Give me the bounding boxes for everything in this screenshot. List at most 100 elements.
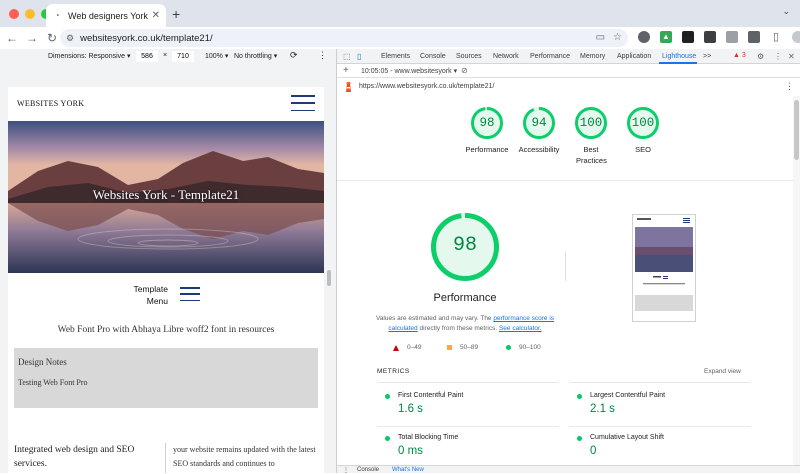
column-divider (165, 443, 166, 473)
score-value: 98 (479, 116, 495, 130)
minimize-window-icon[interactable] (25, 9, 35, 19)
pass-circle-icon (385, 394, 390, 399)
extension-icon[interactable] (726, 31, 738, 43)
report-url-bar: https://www.websitesyork.co.uk/template2… (337, 78, 800, 96)
hero-title: Websites York - Template21 (92, 187, 240, 202)
metric-divider (377, 382, 559, 383)
side-panel-icon[interactable]: ▯ (770, 31, 782, 43)
metric-divider (569, 382, 751, 383)
drawer-tab-console[interactable]: Console (357, 467, 379, 473)
devtools-menu-icon[interactable]: ⋮ (774, 52, 782, 61)
performance-big-gauge: 98 (430, 212, 500, 282)
viewport-height-input[interactable] (172, 51, 194, 62)
more-tabs-button[interactable]: >> (703, 53, 711, 60)
pass-circle-icon (385, 436, 390, 441)
extension-icon[interactable] (704, 31, 716, 43)
metric-name: Total Blocking Time (398, 434, 459, 441)
window-controls (9, 9, 51, 19)
tab-title: Web designers York - Template (68, 10, 148, 21)
performance-title: Performance (433, 292, 497, 304)
expand-view-toggle[interactable]: Expand view (704, 368, 741, 375)
close-devtools-icon[interactable]: ✕ (788, 52, 795, 61)
header-separator (337, 180, 793, 181)
metric-name: Cumulative Layout Shift (590, 434, 664, 441)
tab-memory[interactable]: Memory (580, 53, 605, 60)
page-subtitle: Web Font Pro with Abhaya Libre woff2 fon… (57, 325, 275, 335)
url-input[interactable] (80, 32, 481, 44)
devtools-tabbar: ⬚ ▯ Elements Console Sources Network Per… (337, 49, 800, 64)
back-arrow-icon[interactable]: ← (2, 31, 22, 45)
score-value: 94 (531, 116, 547, 130)
device-toggle-icon[interactable]: ▯ (357, 52, 361, 61)
clear-reports-icon[interactable]: ⊘ (461, 66, 468, 75)
site-brand[interactable]: WEBSITES YORK (17, 99, 84, 108)
pass-circle-icon (577, 436, 582, 441)
template-menu-line: Template (133, 284, 169, 294)
tab-performance[interactable]: Performance (530, 53, 570, 60)
tab-search-icon[interactable]: ⌄ (782, 6, 790, 17)
body-text: your website remains updated with the la… (173, 445, 316, 468)
throttling-select[interactable]: No throttling ▾ (234, 52, 277, 60)
bookmark-star-icon[interactable]: ☆ (613, 32, 622, 43)
score-gauge-performance[interactable]: 98 Performance (462, 106, 512, 155)
score-gauge-seo[interactable]: 100 SEO (618, 106, 668, 155)
cast-icon[interactable]: ▭ (596, 32, 605, 43)
extension-icon[interactable] (638, 31, 650, 43)
zoom-select[interactable]: 100% ▾ (205, 52, 228, 60)
score-label: Accessibility (518, 145, 560, 154)
viewport-scrollbar[interactable] (327, 270, 331, 286)
site-info-icon[interactable]: ⚙ (66, 33, 74, 44)
tab-lighthouse[interactable]: Lighthouse (662, 53, 696, 60)
report-menu-icon[interactable]: ⋮ (785, 81, 794, 92)
extension-icon[interactable] (682, 31, 694, 43)
dimensions-select[interactable]: Dimensions: Responsive ▾ (48, 52, 131, 60)
new-report-icon[interactable]: + (343, 65, 349, 76)
report-selector[interactable]: 10:05:05 - www.websitesyork ▾ (361, 67, 457, 75)
reload-icon[interactable]: ↻ (42, 31, 62, 45)
rotate-icon[interactable]: ⟳ (290, 50, 298, 61)
legend-pass: 90–100 (506, 344, 541, 351)
pass-circle-icon (506, 345, 511, 350)
browser-tab[interactable]: ◔ Web designers York - Template ✕ (46, 4, 166, 27)
score-label: Performance (465, 145, 509, 154)
report-scrollbar[interactable] (793, 96, 800, 473)
tab-network[interactable]: Network (493, 53, 519, 60)
forward-arrow-icon[interactable]: → (22, 31, 42, 45)
lighthouse-report: 98 Performance 94 Accessibility 100 Best… (337, 96, 793, 473)
score-label: Best Practices (576, 145, 607, 165)
tab-application[interactable]: Application (617, 53, 651, 60)
omnibox[interactable]: ⚙ ▭ ☆ (60, 29, 628, 47)
notes-text: Testing Web Font Pro (18, 378, 88, 387)
report-scroll-thumb[interactable] (794, 100, 799, 160)
average-square-icon (447, 345, 452, 350)
inspect-element-icon[interactable]: ⬚ (343, 52, 351, 61)
score-gauge-accessibility[interactable]: 94 Accessibility (514, 106, 564, 155)
report-url[interactable]: https://www.websitesyork.co.uk/template2… (359, 83, 494, 90)
tab-close-icon[interactable]: ✕ (152, 10, 160, 21)
page-screenshot-thumbnail[interactable] (632, 214, 696, 322)
template-menu-line: Menu (146, 296, 168, 306)
metric-value: 1.6 s (398, 403, 423, 415)
drawer-tab-whats-new[interactable]: What's New (392, 467, 424, 473)
hero-image: Websites York - Template21 (8, 121, 324, 273)
extensions-puzzle-icon[interactable] (748, 31, 760, 43)
tab-bar: ◔ Web designers York - Template ✕ + ⌄ (0, 0, 800, 27)
template-menu-icon[interactable] (180, 287, 200, 301)
new-tab-button[interactable]: + (172, 6, 180, 22)
settings-gear-icon[interactable]: ⚙ (757, 52, 764, 61)
score-gauge-best-practices[interactable]: 100 Best Practices (566, 106, 616, 166)
fail-triangle-icon (393, 344, 399, 351)
tab-console[interactable]: Console (420, 53, 446, 60)
template-menu-label[interactable]: Template Menu (128, 283, 169, 307)
viewport-width-input[interactable] (136, 51, 158, 62)
tab-sources[interactable]: Sources (456, 53, 482, 60)
score-value: 100 (631, 116, 655, 130)
warning-badge[interactable]: ▲ 3 (733, 52, 746, 59)
close-window-icon[interactable] (9, 9, 19, 19)
profile-avatar-icon[interactable] (792, 31, 800, 43)
tab-elements[interactable]: Elements (381, 53, 410, 60)
see-calculator-link[interactable]: See calculator. (499, 325, 542, 332)
drive-extension-icon[interactable]: ▲ (660, 31, 672, 43)
hamburger-menu-icon[interactable] (291, 95, 315, 111)
more-options-icon[interactable]: ⋮ (318, 50, 327, 61)
